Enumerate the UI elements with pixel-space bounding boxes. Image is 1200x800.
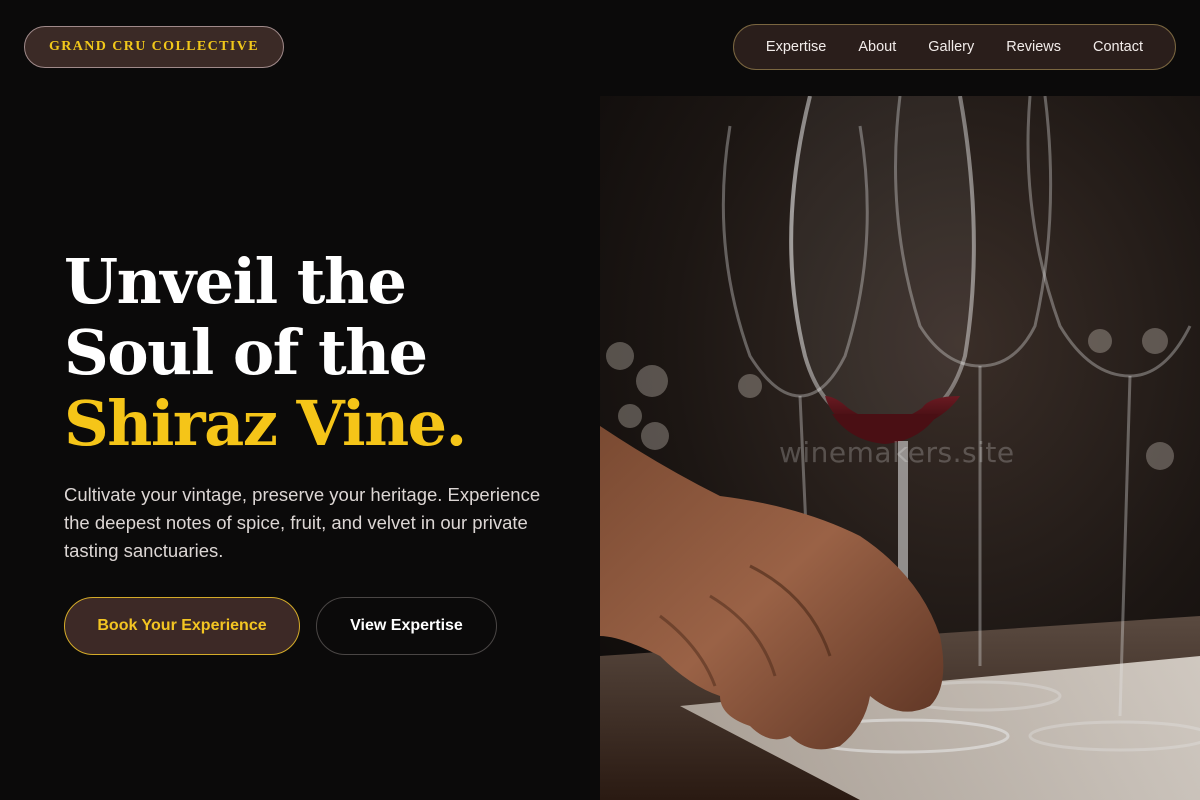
headline-accent: Shiraz Vine. (64, 387, 467, 460)
book-experience-button[interactable]: Book Your Experience (64, 597, 300, 655)
hero-headline: Unveil the Soul of the Shiraz Vine. (64, 245, 467, 460)
hero-subcopy: Cultivate your vintage, preserve your he… (64, 484, 541, 561)
nav-item-about[interactable]: About (842, 24, 912, 70)
main-nav: Expertise About Gallery Reviews Contact (732, 24, 1176, 70)
nav-item-expertise[interactable]: Expertise (750, 24, 842, 70)
nav-item-gallery[interactable]: Gallery (912, 24, 990, 70)
nav-item-contact[interactable]: Contact (1077, 24, 1159, 70)
brand-logo[interactable]: GRAND CRU COLLECTIVE (24, 26, 284, 68)
headline-line-1: Unveil the (64, 245, 407, 318)
headline-line-2: Soul of the (64, 316, 428, 389)
image-watermark: winemakers.site (779, 436, 1015, 469)
nav-item-reviews[interactable]: Reviews (990, 24, 1077, 70)
view-expertise-button[interactable]: View Expertise (316, 597, 497, 655)
hero-image: winemakers.site (600, 96, 1200, 800)
